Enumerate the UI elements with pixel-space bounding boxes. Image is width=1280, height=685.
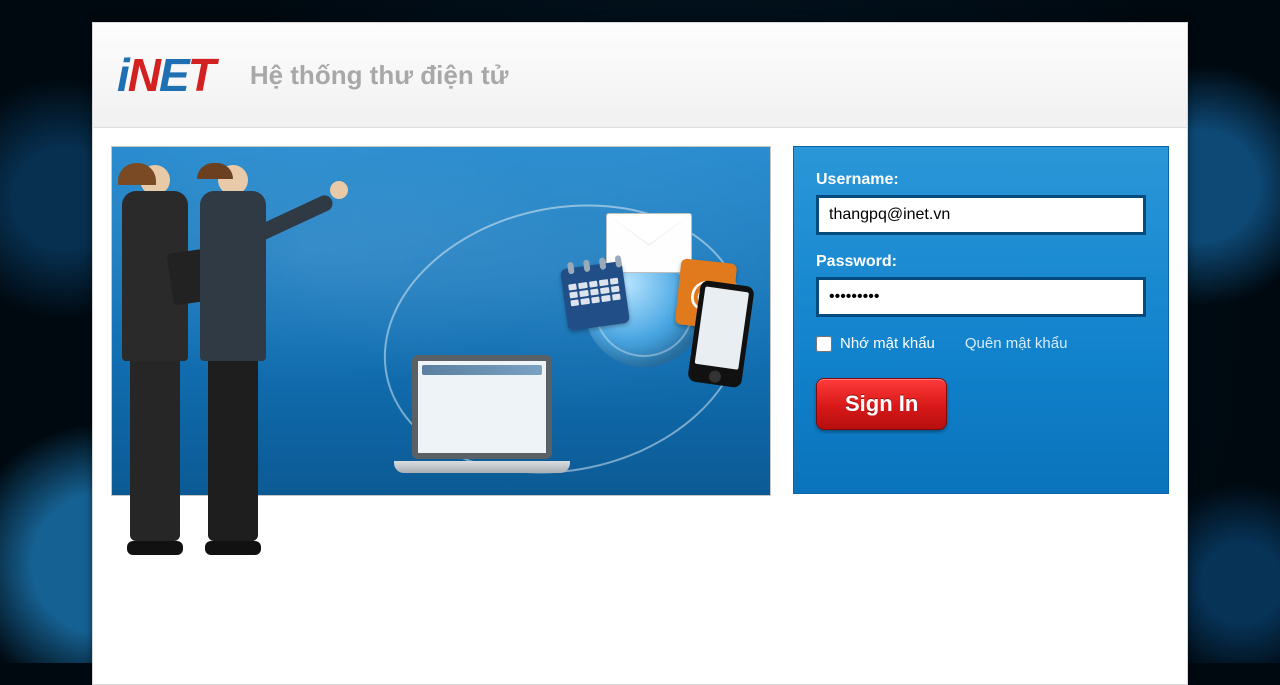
logo-letter-n: N: [128, 49, 159, 101]
brand-logo: iNET: [117, 52, 214, 98]
businesswoman-icon: [122, 165, 188, 555]
remember-password-option[interactable]: Nhớ mật khẩu: [816, 335, 935, 352]
logo-letter-e: E: [159, 49, 188, 101]
brand-tagline: Hệ thống thư điện tử: [250, 60, 509, 91]
forgot-password-link[interactable]: Quên mật khẩu: [965, 335, 1068, 352]
login-form: Username: Password: Nhớ mật khẩu Quên mậ…: [793, 146, 1169, 494]
hero-illustration: @: [111, 146, 771, 496]
password-group: Password:: [816, 253, 1146, 317]
username-group: Username:: [816, 171, 1146, 235]
logo-letter-i: i: [117, 49, 128, 101]
header-bar: iNET Hệ thống thư điện tử: [93, 23, 1187, 128]
content-area: @: [93, 128, 1187, 526]
laptop-icon: [398, 355, 566, 473]
logo-letter-t: T: [188, 49, 214, 101]
sign-in-button[interactable]: Sign In: [816, 378, 947, 430]
businessman-icon: [200, 165, 266, 555]
username-label: Username:: [816, 171, 1146, 189]
calendar-icon: [560, 261, 630, 331]
login-panel: iNET Hệ thống thư điện tử @: [92, 22, 1188, 685]
remember-label: Nhớ mật khẩu: [840, 335, 935, 352]
remember-checkbox[interactable]: [816, 336, 832, 352]
password-label: Password:: [816, 253, 1146, 271]
password-input[interactable]: [816, 277, 1146, 317]
username-input[interactable]: [816, 195, 1146, 235]
options-row: Nhớ mật khẩu Quên mật khẩu: [816, 335, 1146, 352]
